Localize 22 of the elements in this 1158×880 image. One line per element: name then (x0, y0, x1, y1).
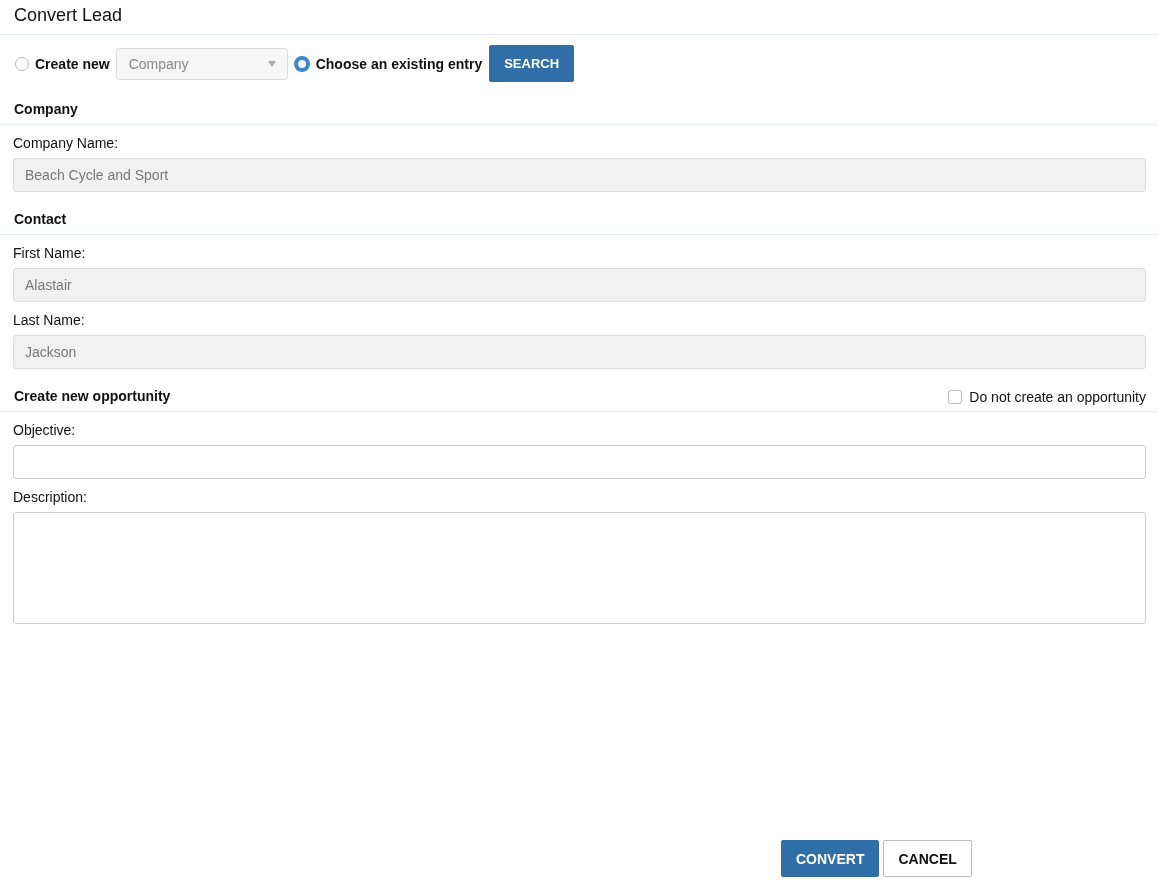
field-label: Company Name: (13, 135, 120, 151)
section-heading: Create new opportunity (14, 387, 171, 404)
search-button[interactable]: SEARCH (489, 45, 575, 82)
dialog-title: Convert Lead (0, 0, 1158, 35)
radio-button[interactable] (293, 55, 310, 72)
convert-button[interactable]: CONVERT (781, 840, 880, 877)
field-label: Description: (13, 489, 88, 505)
input-field[interactable] (13, 445, 1146, 479)
checkbox-label[interactable]: Do not create an opportunity (969, 389, 1146, 405)
dropdown-value: Company (128, 55, 189, 72)
radio-label[interactable]: Choose an existing entry (315, 55, 483, 72)
cancel-button[interactable]: CANCEL (883, 840, 972, 877)
section-heading: Company (14, 100, 78, 117)
caret-icon (267, 60, 276, 67)
checkbox[interactable] (948, 390, 963, 404)
description-field[interactable] (13, 512, 1146, 624)
field-label: First Name: (13, 245, 87, 261)
field-label: Objective: (13, 422, 77, 438)
section-heading: Contact (14, 210, 67, 227)
field-label: Last Name: (13, 312, 86, 328)
radio-button[interactable] (15, 56, 29, 71)
radio-label[interactable]: Create new (35, 55, 110, 72)
